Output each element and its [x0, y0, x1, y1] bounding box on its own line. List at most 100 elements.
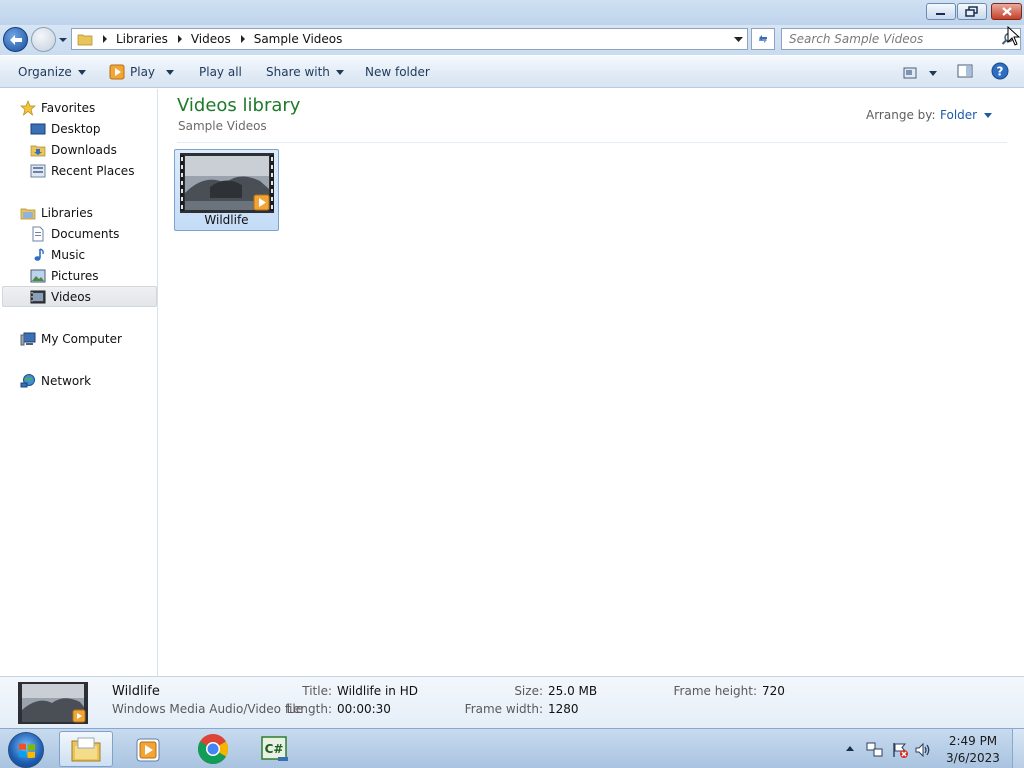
change-view-button[interactable]: [903, 65, 937, 81]
arrange-by-label: Arrange by:: [866, 108, 936, 122]
arrange-by-dropdown[interactable]: Folder: [940, 108, 993, 122]
taskbar-chrome-button[interactable]: [186, 731, 240, 767]
chevron-down-icon[interactable]: [929, 70, 937, 76]
nav-pictures-label: Pictures: [51, 268, 99, 283]
action-center-flag-icon[interactable]: [891, 741, 909, 759]
nav-desktop-label: Desktop: [51, 121, 101, 136]
details-file-name: Wildlife: [112, 684, 160, 699]
refresh-icon: [759, 35, 767, 43]
details-title-label: Title:: [302, 684, 332, 698]
details-pane: Wildlife Windows Media Audio/Video file …: [0, 676, 1024, 728]
music-icon: [34, 247, 44, 261]
nav-recent-places-label: Recent Places: [51, 163, 135, 178]
show-hidden-icons-icon[interactable]: [845, 744, 855, 752]
search-box[interactable]: [781, 28, 1021, 50]
content-pane: Videos library Sample Videos Arrange by:…: [159, 89, 1024, 676]
nav-my-computer-label: My Computer: [41, 331, 122, 346]
nav-videos[interactable]: Videos: [2, 286, 157, 307]
play-icon: [109, 64, 125, 80]
clock-time[interactable]: 2:49 PM: [940, 734, 1006, 748]
network-status-icon[interactable]: [866, 741, 884, 759]
folder-icon: [77, 34, 93, 46]
libraries-icon: [20, 208, 36, 219]
nav-documents[interactable]: Documents: [30, 223, 119, 244]
nav-downloads-label: Downloads: [51, 142, 117, 157]
arrange-by-value: Folder: [940, 108, 978, 122]
details-size-label: Size:: [514, 684, 543, 698]
play-label: Play: [130, 65, 156, 79]
nav-favorites-label: Favorites: [41, 100, 96, 115]
nav-music[interactable]: Music: [30, 244, 85, 265]
details-size-value: 25.0 MB: [548, 684, 598, 698]
nav-music-label: Music: [51, 247, 86, 262]
video-thumbnail-icon: [18, 682, 88, 724]
close-button[interactable]: [991, 3, 1022, 20]
pictures-icon: [30, 269, 46, 282]
play-all-button[interactable]: Play all: [199, 64, 242, 80]
refresh-button[interactable]: [751, 28, 775, 50]
play-all-label: Play all: [199, 65, 242, 79]
help-button[interactable]: ?: [991, 62, 1009, 80]
nav-favorites[interactable]: Favorites: [20, 97, 95, 118]
recent-pages-dropdown-icon[interactable]: [58, 35, 68, 45]
media-player-icon: [136, 738, 160, 762]
nav-videos-label: Videos: [51, 289, 91, 304]
chevron-right-icon[interactable]: [101, 35, 109, 43]
chrome-icon: [197, 734, 229, 765]
svg-text:?: ?: [997, 65, 1004, 79]
nav-my-computer[interactable]: My Computer: [20, 328, 122, 349]
file-item-wildlife[interactable]: Wildlife: [174, 149, 279, 231]
preview-pane-button[interactable]: [957, 63, 973, 79]
chevron-down-icon: [77, 69, 86, 75]
back-button[interactable]: [3, 27, 28, 52]
nav-desktop[interactable]: Desktop: [30, 118, 101, 139]
minimize-icon: [936, 12, 945, 15]
details-title-value[interactable]: Wildlife in HD: [337, 684, 418, 698]
nav-downloads[interactable]: Downloads: [30, 139, 117, 160]
back-arrow-icon: [9, 34, 22, 45]
volume-icon[interactable]: [914, 741, 932, 759]
breadcrumb-videos[interactable]: Videos: [191, 32, 231, 46]
organize-button[interactable]: Organize: [18, 64, 86, 80]
content-divider: [177, 142, 1007, 143]
forward-button[interactable]: [31, 27, 56, 52]
play-button[interactable]: Play: [109, 64, 175, 80]
chevron-down-icon[interactable]: [166, 69, 175, 75]
nav-libraries[interactable]: Libraries: [20, 202, 93, 223]
chevron-down-icon: [984, 112, 993, 118]
share-with-button[interactable]: Share with: [266, 64, 344, 80]
taskbar-explorer-button[interactable]: [59, 731, 113, 767]
nav-libraries-label: Libraries: [41, 205, 93, 220]
nav-network[interactable]: Network: [20, 370, 91, 391]
windows-logo-icon: [19, 743, 35, 759]
explorer-window: Libraries Videos Sample Videos Organize: [0, 0, 1024, 728]
organize-label: Organize: [18, 65, 72, 79]
show-desktop-button[interactable]: [1012, 729, 1024, 768]
view-icon: [903, 67, 917, 79]
minimize-button[interactable]: [926, 3, 956, 20]
start-button[interactable]: [8, 732, 44, 768]
svg-text:C#: C#: [265, 742, 284, 756]
details-length-value: 00:00:30: [337, 702, 391, 716]
chevron-right-icon[interactable]: [239, 35, 247, 43]
downloads-folder-icon: [30, 145, 46, 156]
search-input[interactable]: [782, 29, 992, 49]
details-frame-width-label: Frame width:: [464, 702, 543, 716]
close-icon: [1001, 7, 1012, 16]
breadcrumb-libraries[interactable]: Libraries: [116, 32, 168, 46]
restore-button[interactable]: [957, 3, 987, 20]
new-folder-button[interactable]: New folder: [365, 64, 430, 80]
chevron-right-icon[interactable]: [176, 35, 184, 43]
nav-recent-places[interactable]: Recent Places: [30, 160, 134, 181]
taskbar-media-player-button[interactable]: [122, 731, 176, 767]
help-icon: ?: [991, 62, 1009, 80]
recent-places-icon: [30, 164, 46, 177]
address-dropdown-icon[interactable]: [734, 36, 743, 43]
address-bar[interactable]: Libraries Videos Sample Videos: [71, 28, 748, 50]
address-row: Libraries Videos Sample Videos: [0, 25, 1024, 55]
taskbar-csharp-editor-button[interactable]: C#: [248, 731, 302, 767]
breadcrumb-sample-videos[interactable]: Sample Videos: [254, 32, 343, 46]
clock-date[interactable]: 3/6/2023: [940, 751, 1006, 765]
nav-pictures[interactable]: Pictures: [30, 265, 99, 286]
chevron-down-icon: [335, 69, 344, 75]
